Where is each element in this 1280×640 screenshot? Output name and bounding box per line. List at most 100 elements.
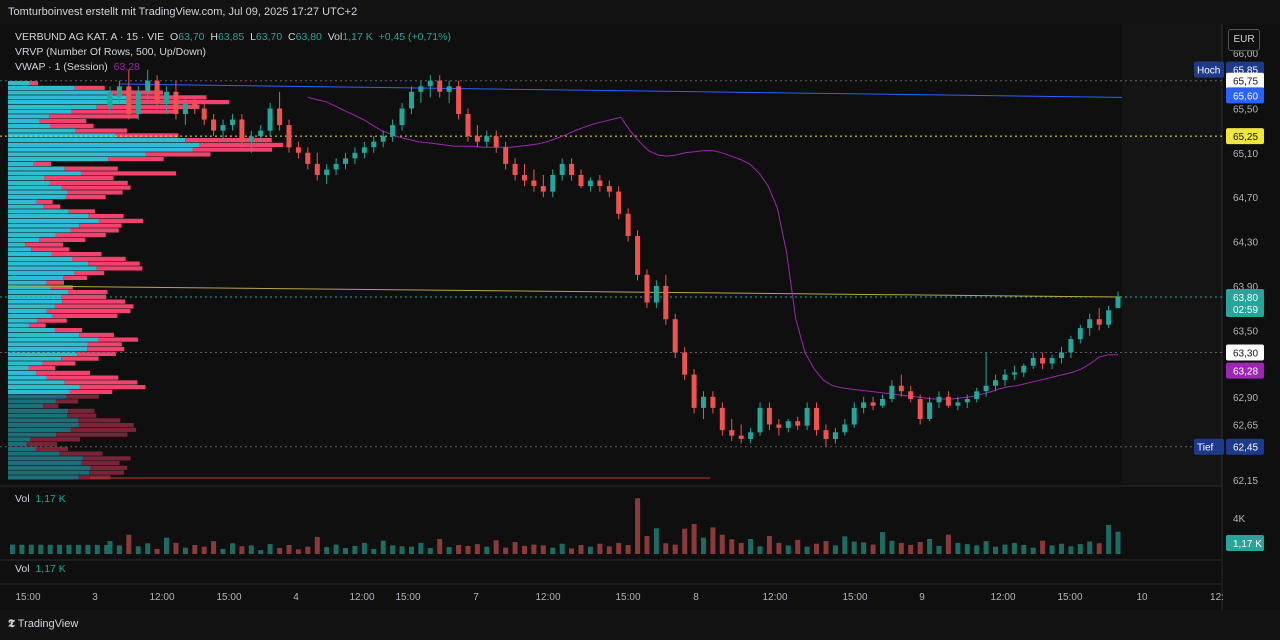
- candle-body: [399, 108, 405, 126]
- time-tick-label: 15:00: [395, 592, 420, 603]
- volume-bar: [258, 550, 264, 554]
- vrvp-down-row: [185, 138, 272, 143]
- close-value: 63,80: [295, 31, 322, 43]
- vrvp-up-row: [8, 366, 29, 371]
- candle-body: [578, 175, 584, 187]
- footer-bar: 𝕿 TradingView: [0, 610, 1280, 640]
- vrvp-down-row: [46, 280, 64, 285]
- volume-bar: [616, 542, 622, 554]
- candle-body: [164, 91, 169, 103]
- vrvp-down-row: [36, 446, 68, 451]
- candle-body: [220, 125, 226, 131]
- volume-bar: [135, 546, 141, 554]
- volume-bar: [19, 544, 25, 554]
- volume-bar: [898, 542, 904, 554]
- candle-body: [606, 186, 612, 192]
- chart-root: Tomturboinvest erstellt mit TradingView.…: [0, 0, 1280, 640]
- vrvp-down-row: [79, 385, 146, 390]
- volume-bar: [85, 544, 91, 554]
- price-tick-label: 65,50: [1233, 104, 1258, 115]
- open-value: 63,70: [178, 31, 205, 43]
- vrvp-down-row: [67, 413, 97, 418]
- last-price-value: 63,80: [1233, 293, 1258, 304]
- vrvp-up-row: [8, 427, 71, 432]
- vwap-badge: 63,28: [1226, 362, 1264, 379]
- vrvp-legend[interactable]: VRVP (Number Of Rows, 500, Up/Down): [15, 46, 206, 58]
- volume-bar: [324, 547, 330, 554]
- candle-body: [880, 399, 885, 406]
- vrvp-up-row: [8, 456, 83, 461]
- volume-bar: [587, 546, 593, 554]
- candle-body: [295, 147, 301, 153]
- candle-body: [729, 430, 735, 436]
- vrvp-down-row: [62, 299, 126, 304]
- candle: [456, 80, 462, 120]
- volume-bar: [1068, 546, 1074, 554]
- volume-bar: [1059, 543, 1064, 554]
- vwap-legend[interactable]: VWAP · 1 (Session) 63,28: [15, 61, 140, 73]
- vrvp-down-row: [56, 432, 128, 437]
- volume-bar: [663, 543, 669, 554]
- vrvp-up-row: [8, 81, 29, 86]
- candle-body: [258, 130, 264, 137]
- vrvp-down-row: [96, 266, 143, 271]
- candle-body: [1096, 319, 1102, 325]
- volume-bar: [814, 543, 819, 554]
- vrvp-label: VRVP (Number Of Rows, 500, Up/Down): [15, 46, 207, 58]
- candle-body: [766, 407, 772, 425]
- vrvp-down-row: [69, 389, 113, 394]
- vrvp-up-row: [8, 133, 115, 138]
- vrvp-up-row: [8, 475, 79, 480]
- volume-bar: [47, 544, 53, 554]
- candle-body: [889, 385, 895, 399]
- vrvp-up-row: [8, 423, 79, 428]
- vrvp-up-row: [8, 247, 32, 252]
- candle-body: [437, 80, 443, 92]
- vrvp-up-row: [8, 332, 80, 337]
- vrvp-up-row: [8, 413, 68, 418]
- price-tick-label: 62,65: [1233, 421, 1258, 432]
- symbol-legend[interactable]: VERBUND AG KAT. A · 15 · VIE O63,70 H63,…: [15, 31, 451, 43]
- candle-body: [324, 169, 330, 175]
- volume-bar: [446, 547, 452, 554]
- candle-body: [1049, 358, 1055, 364]
- vrvp-down-row: [74, 271, 105, 276]
- symbol-name: VERBUND AG KAT. A · 15 · VIE: [15, 31, 165, 43]
- volume-bar: [964, 544, 970, 554]
- volume-bar: [493, 540, 499, 554]
- second-volume-legend[interactable]: Vol 1,17 K: [15, 563, 66, 575]
- candle-body: [314, 163, 320, 175]
- vrvp-up-row: [8, 461, 82, 466]
- candle-body: [757, 407, 763, 433]
- candle-body: [352, 152, 358, 159]
- candle: [672, 313, 678, 358]
- candle-body: [804, 407, 810, 426]
- chart-canvas[interactable]: 66,0065,5065,1064,7064,3063,9063,5062,90…: [0, 24, 1280, 610]
- low-badge: 62,45 Tief: [1194, 438, 1264, 455]
- time-tick-label: 8: [693, 592, 699, 603]
- level-badge-2: 63,30: [1226, 344, 1264, 361]
- volume-bar: [305, 546, 311, 554]
- candle-body: [126, 86, 132, 114]
- volume-legend[interactable]: Vol 1,17 K: [15, 493, 66, 505]
- vrvp-down-row: [39, 119, 87, 124]
- candle-body: [823, 430, 829, 439]
- volume-bar: [1077, 544, 1083, 554]
- vrvp-down-row: [51, 252, 102, 257]
- vrvp-down-row: [49, 180, 128, 185]
- currency-button[interactable]: EUR: [1228, 29, 1260, 51]
- vrvp-up-row: [8, 304, 55, 309]
- vrvp-up-row: [8, 176, 45, 181]
- vrvp-up-row: [8, 385, 80, 390]
- tradingview-logo[interactable]: 𝕿 TradingView: [8, 618, 78, 631]
- vrvp-down-row: [192, 147, 272, 152]
- candle-body: [832, 432, 838, 439]
- vrvp-down-row: [74, 85, 105, 90]
- volume-label: Vol: [15, 493, 30, 505]
- candle-body: [503, 147, 509, 164]
- vrvp-down-row: [39, 237, 86, 242]
- volume-bar: [75, 544, 81, 554]
- vrvp-up-row: [8, 256, 72, 261]
- volume-bar: [10, 544, 15, 554]
- vrvp-down-row: [68, 408, 95, 413]
